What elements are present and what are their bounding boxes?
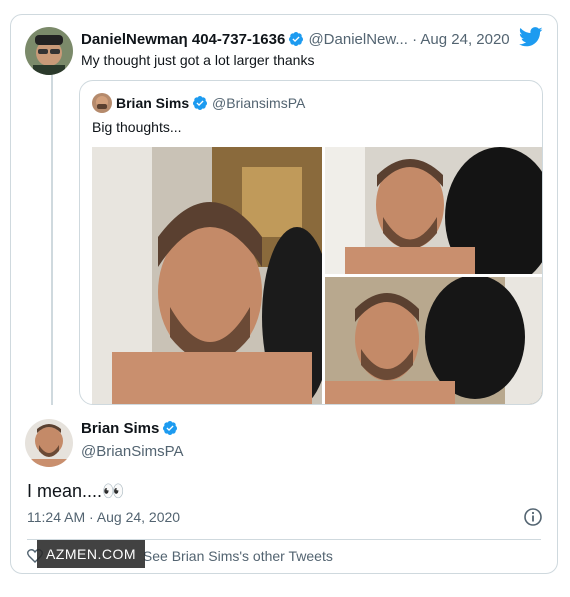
parent-author-avatar[interactable]	[25, 27, 73, 75]
quoted-photo-3[interactable]	[325, 277, 542, 404]
parent-author-name[interactable]: DanielNewmaη 404-737-1636	[81, 31, 285, 48]
main-author-avatar[interactable]	[25, 419, 73, 467]
main-tweet-timestamp[interactable]: 11:24 AM · Aug 24, 2020	[27, 509, 180, 525]
quoted-photo-1[interactable]	[92, 147, 322, 404]
verified-badge-icon	[192, 95, 208, 116]
quoted-photo-2[interactable]	[325, 147, 542, 274]
main-author-block: Brian Sims @BrianSimsPA	[81, 419, 183, 462]
parent-tweet-text: My thought just got a lot larger thanks	[81, 52, 315, 68]
thread-connector-line	[51, 75, 53, 405]
watermark-label: AZMEN.COM	[37, 540, 145, 568]
quoted-author-avatar[interactable]	[92, 93, 112, 113]
main-tweet-text: I mean....👀	[27, 481, 125, 501]
see-other-tweets-link[interactable]: See Brian Sims's other Tweets	[143, 548, 333, 564]
info-icon[interactable]	[523, 507, 543, 532]
parent-tweet-date[interactable]: Aug 24, 2020	[420, 31, 509, 48]
twitter-bird-icon[interactable]	[518, 27, 543, 52]
tweet-embed-card: DanielNewmaη 404-737-1636 @DanielNew... …	[10, 14, 558, 574]
quoted-author-name[interactable]: Brian Sims	[116, 95, 189, 111]
main-author-handle[interactable]: @BrianSimsPA	[81, 442, 183, 462]
header-separator: ·	[412, 31, 418, 48]
quoted-tweet-header: Brian Sims @BriansimsPA	[92, 93, 305, 116]
verified-badge-icon	[162, 420, 178, 442]
verified-badge-icon	[288, 31, 304, 54]
quoted-author-handle[interactable]: @BriansimsPA	[212, 95, 305, 111]
parent-tweet-header: DanielNewmaη 404-737-1636 @DanielNew... …	[81, 29, 551, 51]
main-author-name[interactable]: Brian Sims	[81, 420, 159, 437]
parent-author-handle[interactable]: @DanielNew...	[308, 31, 407, 48]
quoted-tweet-text: Big thoughts...	[92, 119, 182, 135]
quoted-tweet[interactable]: Brian Sims @BriansimsPA Big thoughts...	[79, 80, 543, 405]
